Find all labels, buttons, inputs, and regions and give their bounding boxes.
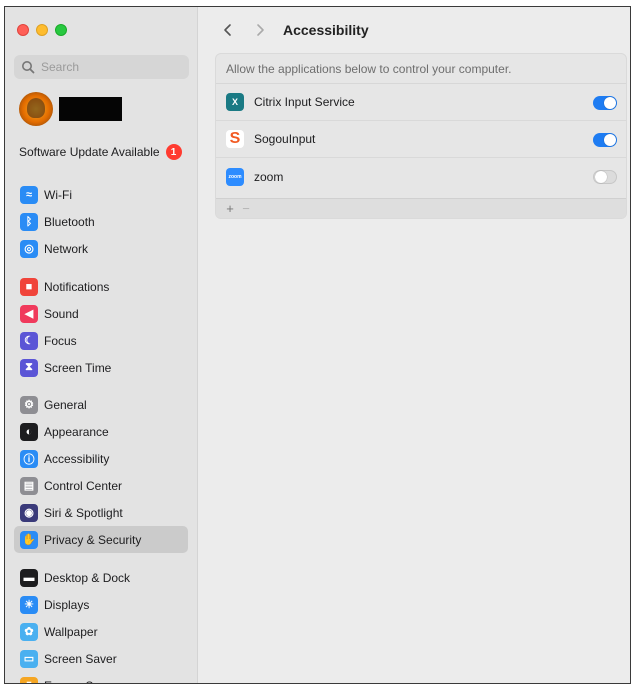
remove-app-button[interactable]: − bbox=[238, 201, 254, 216]
page-title: Accessibility bbox=[283, 22, 369, 38]
sidebar-item-label: Network bbox=[44, 241, 89, 256]
sidebar-group: ■ Notifications ◀ Sound ☾ Focus ⧗ Screen Time bbox=[14, 273, 188, 381]
sidebar-item-network[interactable]: ◎ Network bbox=[14, 235, 188, 262]
wallpaper-icon: ✿ bbox=[20, 622, 38, 641]
bluetooth-icon: ᛒ bbox=[20, 212, 38, 231]
globe-icon: ◎ bbox=[20, 239, 38, 258]
screensaver-icon: ▭ bbox=[20, 649, 38, 668]
sidebar-item-label: Wallpaper bbox=[44, 624, 98, 639]
hand-icon: ✋ bbox=[20, 530, 38, 549]
app-name: zoom bbox=[254, 169, 284, 184]
sidebar-item-label: Siri & Spotlight bbox=[44, 505, 123, 520]
app-row: zoom zoom bbox=[216, 158, 626, 195]
sidebar-item-label: Appearance bbox=[44, 424, 109, 439]
sidebar-item-control-center[interactable]: ▤ Control Center bbox=[14, 472, 188, 499]
window-controls bbox=[17, 24, 67, 36]
dock-icon: ▬ bbox=[20, 568, 38, 587]
app-permission-toggle[interactable] bbox=[593, 133, 617, 147]
sidebar-group: ≈ Wi-Fi ᛒ Bluetooth ◎ Network bbox=[14, 181, 188, 262]
accessibility-apps-panel: Allow the applications below to control … bbox=[215, 53, 627, 219]
zoom-icon: zoom bbox=[226, 167, 244, 186]
sidebar-item-label: Bluetooth bbox=[44, 214, 95, 229]
app-row: X Citrix Input Service bbox=[216, 84, 626, 121]
accessibility-icon: ⓘ bbox=[20, 449, 38, 468]
chevron-right-icon bbox=[257, 24, 264, 36]
sidebar-item-energy-saver[interactable]: ▮ Energy Saver bbox=[14, 672, 188, 684]
sidebar-item-label: Energy Saver bbox=[44, 679, 117, 684]
wifi-icon: ≈ bbox=[20, 185, 38, 204]
search-input[interactable] bbox=[41, 60, 181, 74]
app-row: S SogouInput bbox=[216, 121, 626, 158]
sidebar-item-displays[interactable]: ☀ Displays bbox=[14, 591, 188, 618]
sidebar-item-bluetooth[interactable]: ᛒ Bluetooth bbox=[14, 208, 188, 235]
sidebar-item-sound[interactable]: ◀ Sound bbox=[14, 300, 188, 327]
app-permission-toggle[interactable] bbox=[593, 170, 617, 184]
sidebar-group: ▬ Desktop & Dock ☀ Displays ✿ Wallpaper ▭ Scree… bbox=[14, 564, 188, 684]
speaker-icon: ◀ bbox=[20, 304, 38, 323]
sidebar-item-wallpaper[interactable]: ✿ Wallpaper bbox=[14, 618, 188, 645]
sidebar-item-notifications[interactable]: ■ Notifications bbox=[14, 273, 188, 300]
add-app-button[interactable]: + bbox=[222, 201, 238, 216]
sidebar-item-appearance[interactable]: ◐ Appearance bbox=[14, 418, 188, 445]
panel-header: Allow the applications below to control … bbox=[216, 54, 626, 84]
sidebar-item-siri-spotlight[interactable]: ◉ Siri & Spotlight bbox=[14, 499, 188, 526]
sidebar-item-label: Accessibility bbox=[44, 451, 110, 466]
sogou-icon: S bbox=[226, 130, 244, 148]
minimize-button[interactable] bbox=[36, 24, 48, 36]
sidebar: Software Update Available 1 ≈ Wi-Fi ᛒ Bluet… bbox=[5, 7, 198, 683]
close-button[interactable] bbox=[17, 24, 29, 36]
sidebar-item-label: Wi-Fi bbox=[44, 187, 72, 202]
sidebar-item-wi-fi[interactable]: ≈ Wi-Fi bbox=[14, 181, 188, 208]
sun-icon: ☀ bbox=[20, 595, 38, 614]
sidebar-item-label: General bbox=[44, 397, 87, 412]
hourglass-icon: ⧗ bbox=[20, 358, 38, 377]
sidebar-item-label: Privacy & Security bbox=[44, 532, 142, 547]
sidebar-item-label: Screen Saver bbox=[44, 651, 117, 666]
software-update-row[interactable]: Software Update Available 1 bbox=[19, 144, 189, 160]
sidebar-item-label: Desktop & Dock bbox=[44, 570, 131, 585]
appearance-icon: ◐ bbox=[20, 422, 38, 441]
sidebar-item-label: Focus bbox=[44, 333, 77, 348]
software-update-label: Software Update Available bbox=[19, 145, 160, 159]
zoom-button[interactable] bbox=[55, 24, 67, 36]
control-center-icon: ▤ bbox=[20, 476, 38, 495]
sidebar-item-label: Displays bbox=[44, 597, 90, 612]
siri-icon: ◉ bbox=[20, 503, 38, 522]
sidebar-item-label: Screen Time bbox=[44, 360, 112, 375]
settings-window: Software Update Available 1 ≈ Wi-Fi ᛒ Bluet… bbox=[4, 6, 631, 684]
sidebar-item-general[interactable]: ⚙ General bbox=[14, 391, 188, 418]
sidebar-item-screen-saver[interactable]: ▭ Screen Saver bbox=[14, 645, 188, 672]
account-row[interactable] bbox=[19, 92, 122, 126]
sidebar-item-label: Notifications bbox=[44, 279, 110, 294]
app-permission-toggle[interactable] bbox=[593, 96, 617, 110]
search-icon bbox=[21, 60, 35, 74]
battery-icon: ▮ bbox=[20, 676, 38, 683]
forward-button[interactable] bbox=[251, 21, 269, 39]
sidebar-item-label: Control Center bbox=[44, 478, 123, 493]
back-button[interactable] bbox=[219, 21, 237, 39]
search-field[interactable] bbox=[14, 55, 189, 79]
main-pane: Accessibility Allow the applications bel… bbox=[199, 7, 630, 683]
toolbar: Accessibility bbox=[199, 7, 630, 53]
bell-icon: ■ bbox=[20, 277, 38, 296]
sidebar-item-screen-time[interactable]: ⧗ Screen Time bbox=[14, 354, 188, 381]
gear-icon: ⚙ bbox=[20, 395, 38, 414]
app-name: Citrix Input Service bbox=[254, 95, 355, 109]
moon-icon: ☾ bbox=[20, 331, 38, 350]
sidebar-group: ⚙ General ◐ Appearance ⓘ Accessibility ▤ Contro… bbox=[14, 391, 188, 553]
sidebar-item-desktop-dock[interactable]: ▬ Desktop & Dock bbox=[14, 564, 188, 591]
sidebar-item-focus[interactable]: ☾ Focus bbox=[14, 327, 188, 354]
avatar bbox=[19, 92, 53, 126]
chevron-left-icon bbox=[224, 24, 231, 36]
citrix-icon: X bbox=[226, 93, 244, 111]
update-count-badge: 1 bbox=[165, 144, 182, 160]
sidebar-item-accessibility[interactable]: ⓘ Accessibility bbox=[14, 445, 188, 472]
app-name: SogouInput bbox=[254, 132, 316, 146]
sidebar-item-privacy-security[interactable]: ✋ Privacy & Security bbox=[14, 526, 188, 553]
panel-footer: + − bbox=[216, 198, 626, 218]
sidebar-item-label: Sound bbox=[44, 306, 79, 321]
account-name-redacted bbox=[59, 97, 122, 121]
